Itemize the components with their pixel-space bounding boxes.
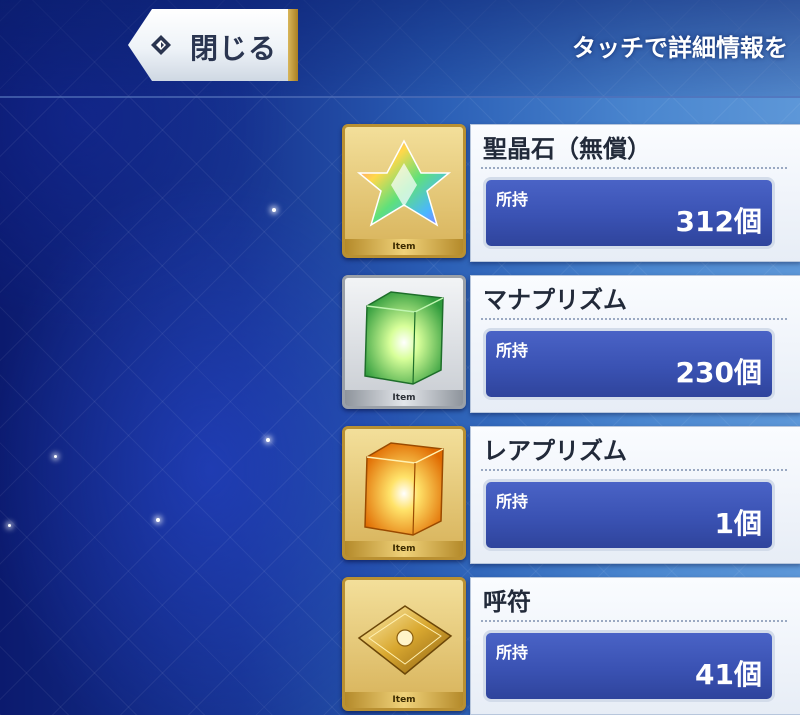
count-label: 所持 xyxy=(496,492,529,511)
item-card: 聖晶石（無償） 所持 312個 xyxy=(470,124,800,262)
item-tag: Item xyxy=(345,390,463,406)
sparkle xyxy=(156,518,160,522)
back-diamond-icon xyxy=(151,35,171,55)
item-name: 聖晶石（無償） xyxy=(483,135,651,163)
mana-prism-icon xyxy=(364,291,444,385)
count-box: 所持 230個 xyxy=(483,328,775,400)
count-box: 所持 1個 xyxy=(483,479,775,551)
item-card: マナプリズム 所持 230個 xyxy=(470,275,800,413)
count-value: 1個 xyxy=(714,507,762,540)
item-thumbnail: Item xyxy=(342,124,466,258)
item-name: 呼符 xyxy=(483,588,531,616)
count-label: 所持 xyxy=(496,190,529,209)
item-thumbnail: Item xyxy=(342,426,466,560)
close-button[interactable]: 閉じる xyxy=(128,9,298,81)
item-name: レアプリズム xyxy=(483,437,627,465)
item-row-mana-prism[interactable]: Item マナプリズム 所持 230個 xyxy=(342,275,800,413)
close-button-edge xyxy=(288,9,298,81)
count-label: 所持 xyxy=(496,643,529,662)
count-box: 所持 41個 xyxy=(483,630,775,702)
detail-hint: タッチで詳細情報を xyxy=(572,34,788,62)
divider xyxy=(481,167,787,169)
item-row-saint-quartz[interactable]: Item 聖晶石（無償） 所持 312個 xyxy=(342,124,800,262)
item-tag: Item xyxy=(345,239,463,255)
saint-quartz-icon xyxy=(356,139,452,227)
summon-ticket-icon xyxy=(357,605,453,675)
item-card: レアプリズム 所持 1個 xyxy=(470,426,800,564)
count-value: 312個 xyxy=(675,205,762,238)
item-thumbnail: Item xyxy=(342,275,466,409)
item-thumbnail: Item xyxy=(342,577,466,711)
count-label: 所持 xyxy=(496,341,529,360)
divider xyxy=(481,620,787,622)
item-row-summon-ticket[interactable]: Item 呼符 所持 41個 xyxy=(342,577,800,715)
count-value: 41個 xyxy=(695,658,762,691)
divider xyxy=(481,469,787,471)
item-name: マナプリズム xyxy=(483,286,627,314)
header-bar: 閉じる タッチで詳細情報を xyxy=(0,0,800,98)
divider xyxy=(481,318,787,320)
item-row-rare-prism[interactable]: Item レアプリズム 所持 1個 xyxy=(342,426,800,564)
sparkle xyxy=(54,455,57,458)
count-box: 所持 312個 xyxy=(483,177,775,249)
sparkle xyxy=(272,208,276,212)
item-tag: Item xyxy=(345,692,463,708)
rare-prism-icon xyxy=(364,442,444,536)
count-value: 230個 xyxy=(675,356,762,389)
close-button-label: 閉じる xyxy=(190,32,278,65)
item-tag: Item xyxy=(345,541,463,557)
sparkle xyxy=(266,438,270,442)
item-card: 呼符 所持 41個 xyxy=(470,577,800,715)
sparkle xyxy=(8,524,11,527)
